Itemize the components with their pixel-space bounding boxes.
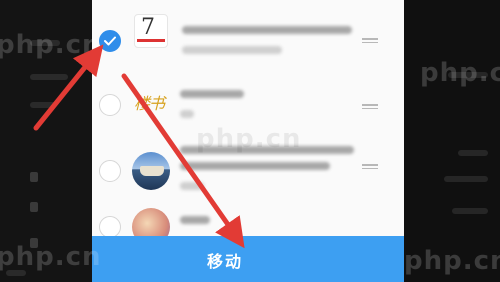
drag-handle-icon[interactable]	[362, 104, 378, 110]
background-ghost-line	[30, 40, 60, 46]
drag-handle-icon[interactable]	[362, 38, 378, 44]
drag-handle-icon[interactable]	[362, 164, 378, 170]
background-ghost-line	[30, 102, 56, 108]
background-right-panel	[404, 0, 500, 282]
checkbox-selected[interactable]	[99, 30, 121, 52]
item-title-blurred	[182, 26, 352, 34]
background-ghost-icon	[30, 202, 38, 212]
move-button-extension[interactable]	[358, 236, 404, 282]
item-title-blurred	[180, 162, 330, 170]
background-ghost-line	[6, 270, 26, 276]
ship-photo-thumbnail	[132, 152, 170, 190]
item-subtitle-blurred	[182, 46, 282, 54]
calendar-day-number: 7	[141, 15, 155, 40]
background-ghost-icon	[30, 238, 38, 248]
gold-handwriting-thumbnail: 楼书	[132, 82, 170, 120]
background-ghost-line	[452, 208, 488, 214]
checkbox[interactable]	[99, 216, 121, 238]
handwriting-text: 楼书	[134, 94, 165, 113]
list-item[interactable]	[92, 140, 404, 206]
item-title-blurred	[180, 216, 210, 224]
move-button[interactable]: 移动	[92, 236, 358, 282]
calendar-accent-bar	[137, 39, 165, 42]
list-item[interactable]: 7	[92, 4, 404, 70]
background-ghost-line	[448, 72, 488, 78]
move-button-label: 移动	[206, 252, 243, 271]
checkbox[interactable]	[99, 160, 121, 182]
checkmark-icon	[104, 36, 116, 46]
background-left-panel	[0, 0, 92, 282]
background-ghost-line	[30, 74, 68, 80]
ship-shape	[140, 166, 164, 176]
background-ghost-line	[444, 176, 488, 182]
item-title-blurred	[180, 90, 244, 98]
background-ghost-icon	[30, 172, 38, 182]
background-ghost-line	[458, 150, 488, 156]
checkbox[interactable]	[99, 94, 121, 116]
calendar-thumbnail: 7	[134, 14, 168, 48]
item-subtitle-blurred	[180, 182, 204, 190]
item-title-blurred	[180, 146, 354, 154]
item-subtitle-blurred	[180, 110, 194, 118]
list-item[interactable]: 楼书	[92, 72, 404, 138]
